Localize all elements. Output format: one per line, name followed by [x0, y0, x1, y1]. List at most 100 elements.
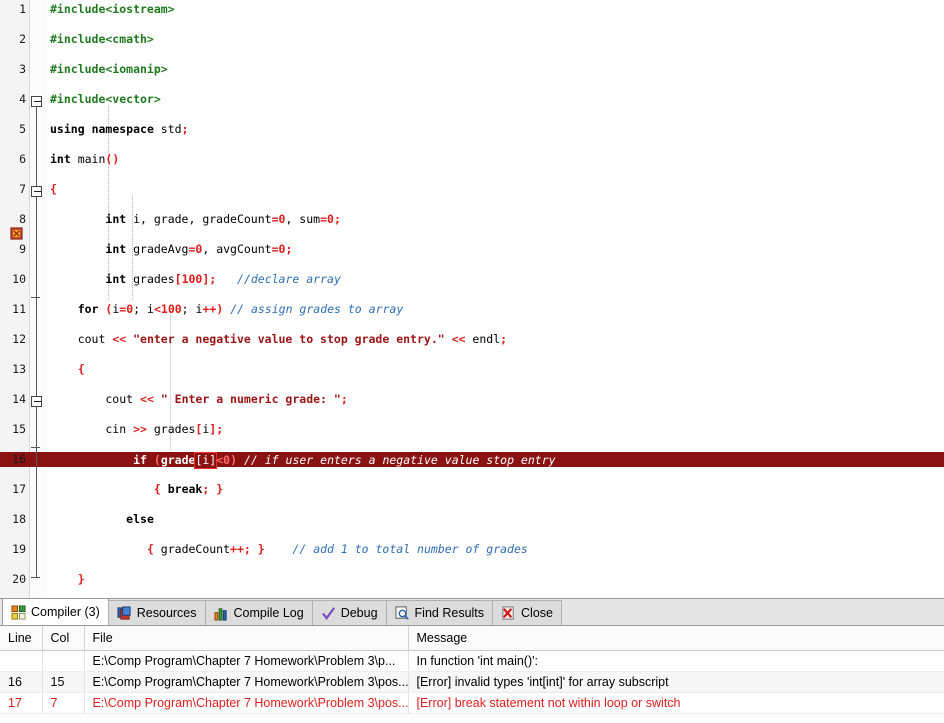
code-line[interactable]: 20 }	[0, 572, 944, 587]
code-editor[interactable]: 1#include<iostream> 2#include<cmath> 3#inc…	[0, 0, 944, 598]
code-text: int i, grade, gradeCount=0, sum=0;	[50, 212, 341, 227]
code-token: }	[78, 572, 85, 586]
code-line[interactable]: 2#include<cmath>	[0, 32, 944, 47]
code-token: >>	[133, 422, 147, 436]
code-token	[237, 453, 244, 467]
code-token: break	[168, 482, 203, 496]
code-lines[interactable]: 1#include<iostream> 2#include<cmath> 3#inc…	[0, 0, 944, 587]
column-header-file[interactable]: File	[84, 626, 408, 650]
code-token	[50, 453, 133, 467]
column-header-line[interactable]: Line	[0, 626, 42, 650]
error-stop-icon[interactable]	[10, 227, 23, 240]
compile-log-chart-icon	[214, 606, 229, 621]
table-header-row: LineColFileMessage	[0, 626, 944, 650]
panel-tab-debug[interactable]: Debug	[312, 600, 387, 625]
code-token: gradeCount	[154, 542, 230, 556]
code-line[interactable]: 13 {	[0, 362, 944, 377]
code-line[interactable]: 9 int gradeAvg=0, avgCount=0;	[0, 242, 944, 257]
table-row[interactable]: 1615E:\Comp Program\Chapter 7 Homework\P…	[0, 671, 944, 692]
code-token	[161, 482, 168, 496]
fold-toggle-line13[interactable]	[31, 186, 42, 197]
code-token: if	[133, 453, 147, 467]
code-line[interactable]: 4#include<vector>	[0, 92, 944, 107]
code-line[interactable]: 18 else	[0, 512, 944, 527]
cell-message: [Error] invalid types 'int[int]' for arr…	[408, 671, 944, 692]
code-text: if (grade[i]<0) // if user enters a nega…	[50, 452, 556, 469]
column-header-col[interactable]: Col	[42, 626, 84, 650]
code-token: }	[216, 482, 223, 496]
panel-tab-resources[interactable]: Resources	[108, 600, 206, 625]
code-token: ++	[230, 542, 244, 556]
code-text: {	[50, 362, 85, 377]
code-token	[50, 302, 78, 316]
panel-tab-bar[interactable]: Compiler (3) Resources Compile LogDebugFin…	[0, 599, 944, 626]
table-row[interactable]: 177E:\Comp Program\Chapter 7 Homework\Pr…	[0, 692, 944, 713]
fold-toggle-line7[interactable]	[31, 96, 42, 107]
line-number: 17	[0, 482, 26, 497]
line-number: 4	[0, 92, 26, 107]
code-line[interactable]: 8 int i, grade, gradeCount=0, sum=0;	[0, 212, 944, 227]
code-line[interactable]: 1#include<iostream>	[0, 2, 944, 17]
code-token: #include<iostream>	[50, 2, 175, 16]
code-line[interactable]: 10 int grades[100]; //declare array	[0, 272, 944, 287]
code-line-error[interactable]: 16 if (grade[i]<0) // if user enters a n…	[0, 452, 944, 467]
code-token: =	[272, 212, 279, 226]
panel-tab-close[interactable]: Close	[492, 600, 562, 625]
code-token: ; i	[182, 302, 203, 316]
cell-line: 17	[0, 692, 42, 713]
line-number: 12	[0, 332, 26, 347]
code-token: ++	[202, 302, 216, 316]
code-token: ;	[244, 542, 251, 556]
code-token: // if user enters a negative value stop …	[244, 453, 556, 467]
code-token: {	[147, 542, 154, 556]
code-token: <<	[112, 332, 126, 346]
code-line[interactable]: 12 cout << "enter a negative value to st…	[0, 332, 944, 347]
code-token: ()	[105, 152, 119, 166]
code-token: <<	[452, 332, 466, 346]
line-number: 20	[0, 572, 26, 587]
code-line[interactable]: 15 cin >> grades[i];	[0, 422, 944, 437]
find-results-magnifier-icon	[395, 606, 410, 621]
code-token	[50, 482, 154, 496]
code-token: {	[154, 482, 161, 496]
line-number: 9	[0, 242, 26, 257]
line-number: 11	[0, 302, 26, 317]
code-line[interactable]: 6int main()	[0, 152, 944, 167]
code-token	[265, 542, 293, 556]
cell-line	[0, 650, 42, 671]
code-token: else	[126, 512, 154, 526]
code-text: { gradeCount++; } // add 1 to total numb…	[50, 542, 528, 557]
code-line[interactable]: 5using namespace std;	[0, 122, 944, 137]
code-token: grade	[161, 453, 196, 467]
code-token: for	[78, 302, 99, 316]
code-token: "enter a negative value to stop grade en…	[133, 332, 445, 346]
code-token	[85, 122, 92, 136]
code-line[interactable]: 19 { gradeCount++; } // add 1 to total n…	[0, 542, 944, 557]
code-text: }	[50, 572, 85, 587]
code-line[interactable]: 14 cout << " Enter a numeric grade: ";	[0, 392, 944, 407]
panel-tab-label: Resources	[137, 606, 197, 620]
code-token: [	[175, 272, 182, 286]
code-line[interactable]: 7{	[0, 182, 944, 197]
code-token: 0	[327, 212, 334, 226]
compiler-results-table[interactable]: LineColFileMessage E:\Comp Program\Chapt…	[0, 626, 944, 723]
code-token	[50, 362, 78, 376]
column-header-message[interactable]: Message	[408, 626, 944, 650]
code-line[interactable]: 17 { break; }	[0, 482, 944, 497]
table-row[interactable]: E:\Comp Program\Chapter 7 Homework\Probl…	[0, 650, 944, 671]
panel-tab-compiler-3[interactable]: Compiler (3)	[2, 598, 109, 625]
cell-file: E:\Comp Program\Chapter 7 Homework\Probl…	[84, 671, 408, 692]
code-text: #include<cmath>	[50, 32, 154, 47]
code-token	[216, 272, 237, 286]
code-token: }	[258, 542, 265, 556]
fold-toggle-line27[interactable]	[31, 396, 42, 407]
code-token: //declare array	[237, 272, 341, 286]
code-token: int	[50, 152, 71, 166]
code-token: ;	[341, 392, 348, 406]
panel-tab-find-results[interactable]: Find Results	[386, 600, 493, 625]
code-line[interactable]: 11 for (i=0; i<100; i++) // assign grade…	[0, 302, 944, 317]
panel-tab-compile-log[interactable]: Compile Log	[205, 600, 313, 625]
code-line[interactable]: 3#include<iomanip>	[0, 62, 944, 77]
code-token	[50, 272, 105, 286]
table-body[interactable]: E:\Comp Program\Chapter 7 Homework\Probl…	[0, 650, 944, 713]
